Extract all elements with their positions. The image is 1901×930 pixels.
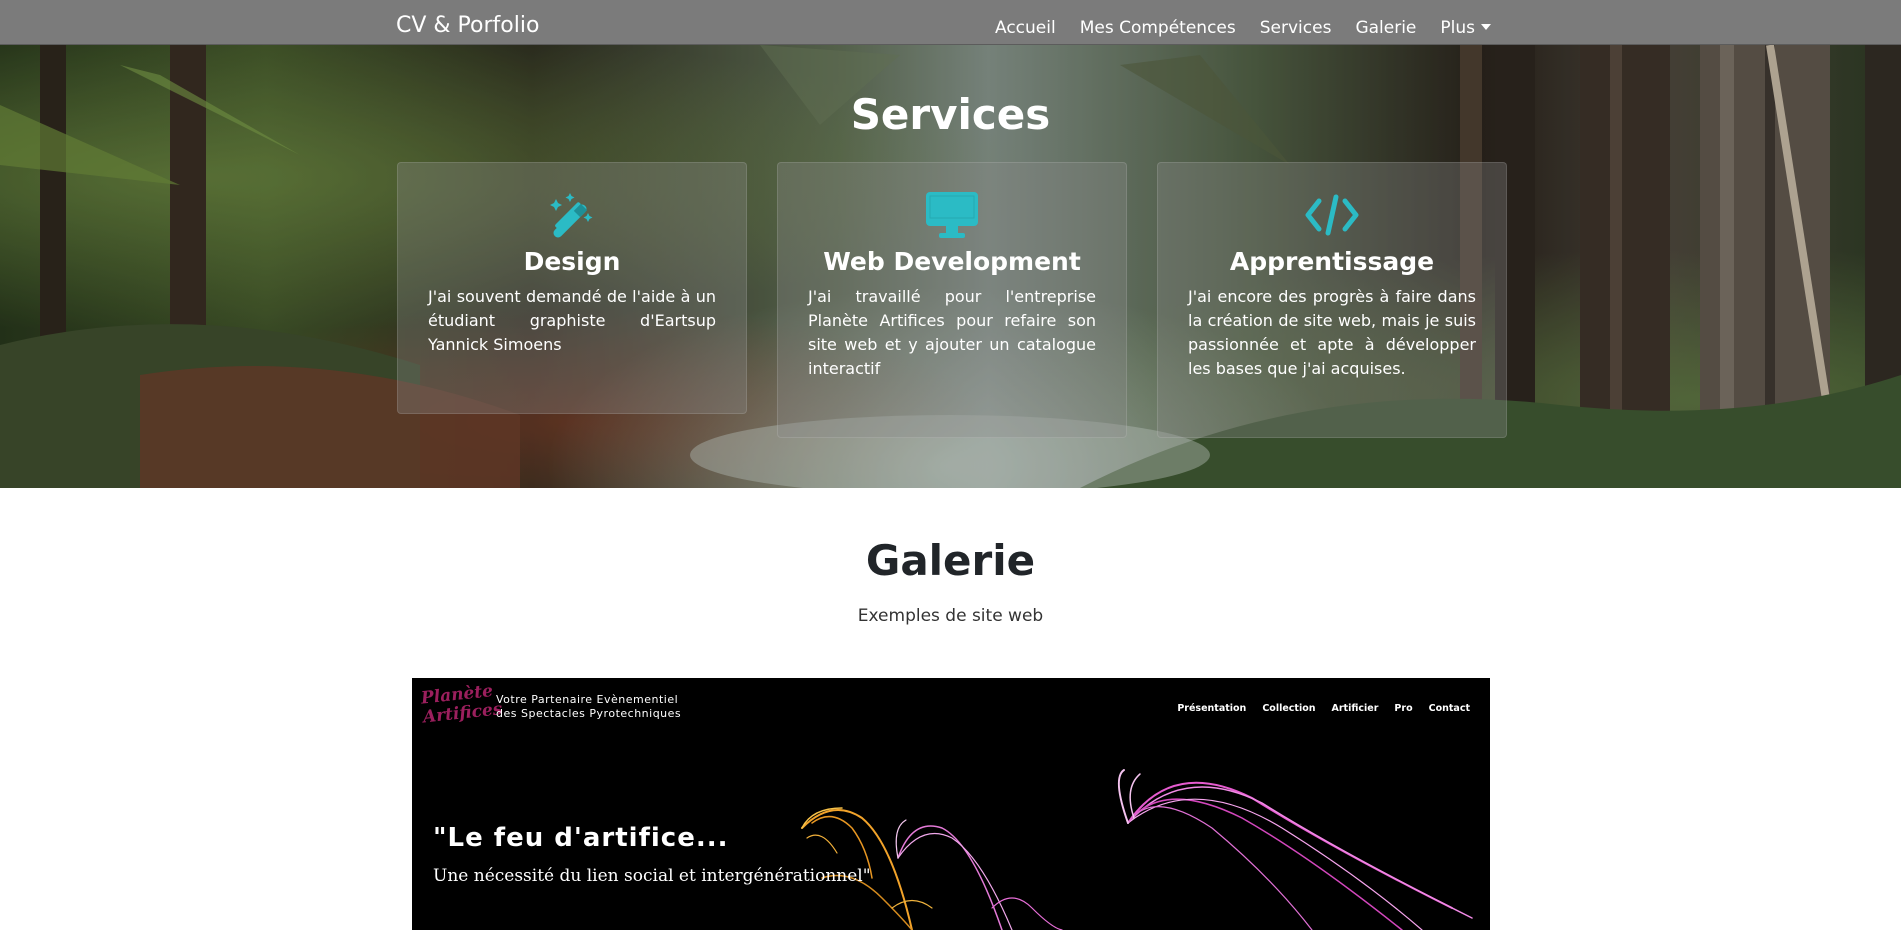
code-icon bbox=[1305, 194, 1359, 236]
service-card-design: Design J'ai souvent demandé de l'aide à … bbox=[397, 162, 747, 414]
screenshot-nav-pro: Pro bbox=[1394, 703, 1413, 714]
screenshot-nav-presentation: Présentation bbox=[1177, 703, 1247, 714]
service-card-text: J'ai travaillé pour l'entreprise Planète… bbox=[808, 287, 1096, 378]
screenshot-subquote: Une nécessité du lien social et intergén… bbox=[433, 866, 871, 886]
nav-dropdown-plus[interactable]: Plus bbox=[1440, 20, 1491, 37]
service-card-text: J'ai encore des progrès à faire dans la … bbox=[1188, 287, 1476, 378]
screenshot-quote: "Le feu d'artifice... bbox=[433, 823, 729, 853]
brand-link[interactable]: CV & Porfolio bbox=[396, 15, 539, 37]
screenshot-nav: Présentation Collection Artificier Pro C… bbox=[1177, 703, 1470, 714]
nav-link-plus-label: Plus bbox=[1440, 18, 1475, 38]
nav-link-services[interactable]: Services bbox=[1260, 20, 1332, 37]
nav-link-galerie[interactable]: Galerie bbox=[1355, 20, 1416, 37]
services-title: Services bbox=[850, 90, 1051, 139]
navbar: CV & Porfolio Accueil Mes Compétences Se… bbox=[0, 0, 1901, 45]
gallery-website-screenshot[interactable]: Planète Artifices Votre Partenaire Evène… bbox=[412, 678, 1490, 930]
screenshot-nav-contact: Contact bbox=[1428, 703, 1470, 714]
magic-wand-icon bbox=[550, 193, 593, 238]
main-nav: Accueil Mes Compétences Services Galerie… bbox=[995, 20, 1491, 37]
service-card-apprentissage: Apprentissage J'ai encore des progrès à … bbox=[1157, 162, 1507, 438]
screenshot-nav-collection: Collection bbox=[1262, 703, 1316, 714]
screenshot-tagline: Votre Partenaire Evènementiel des Specta… bbox=[496, 693, 682, 720]
nav-link-accueil[interactable]: Accueil bbox=[995, 20, 1056, 37]
nav-link-competences[interactable]: Mes Compétences bbox=[1080, 20, 1236, 37]
gallery-subtitle: Exemples de site web bbox=[857, 606, 1044, 626]
services-section: Services Design J'ai souvent demandé de … bbox=[0, 45, 1901, 488]
caret-down-icon bbox=[1481, 24, 1491, 30]
gallery-title: Galerie bbox=[865, 536, 1036, 585]
service-card-text: J'ai souvent demandé de l'aide à un étud… bbox=[428, 287, 716, 354]
service-card-web-development: Web Development J'ai travaillé pour l'en… bbox=[777, 162, 1127, 438]
planete-artifices-logo: Planète Artifices bbox=[420, 681, 504, 728]
desktop-icon bbox=[926, 192, 978, 238]
service-card-title: Web Development bbox=[823, 247, 1081, 276]
service-card-title: Design bbox=[523, 247, 621, 276]
service-card-title: Apprentissage bbox=[1229, 247, 1435, 276]
screenshot-nav-artificier: Artificier bbox=[1331, 703, 1379, 714]
